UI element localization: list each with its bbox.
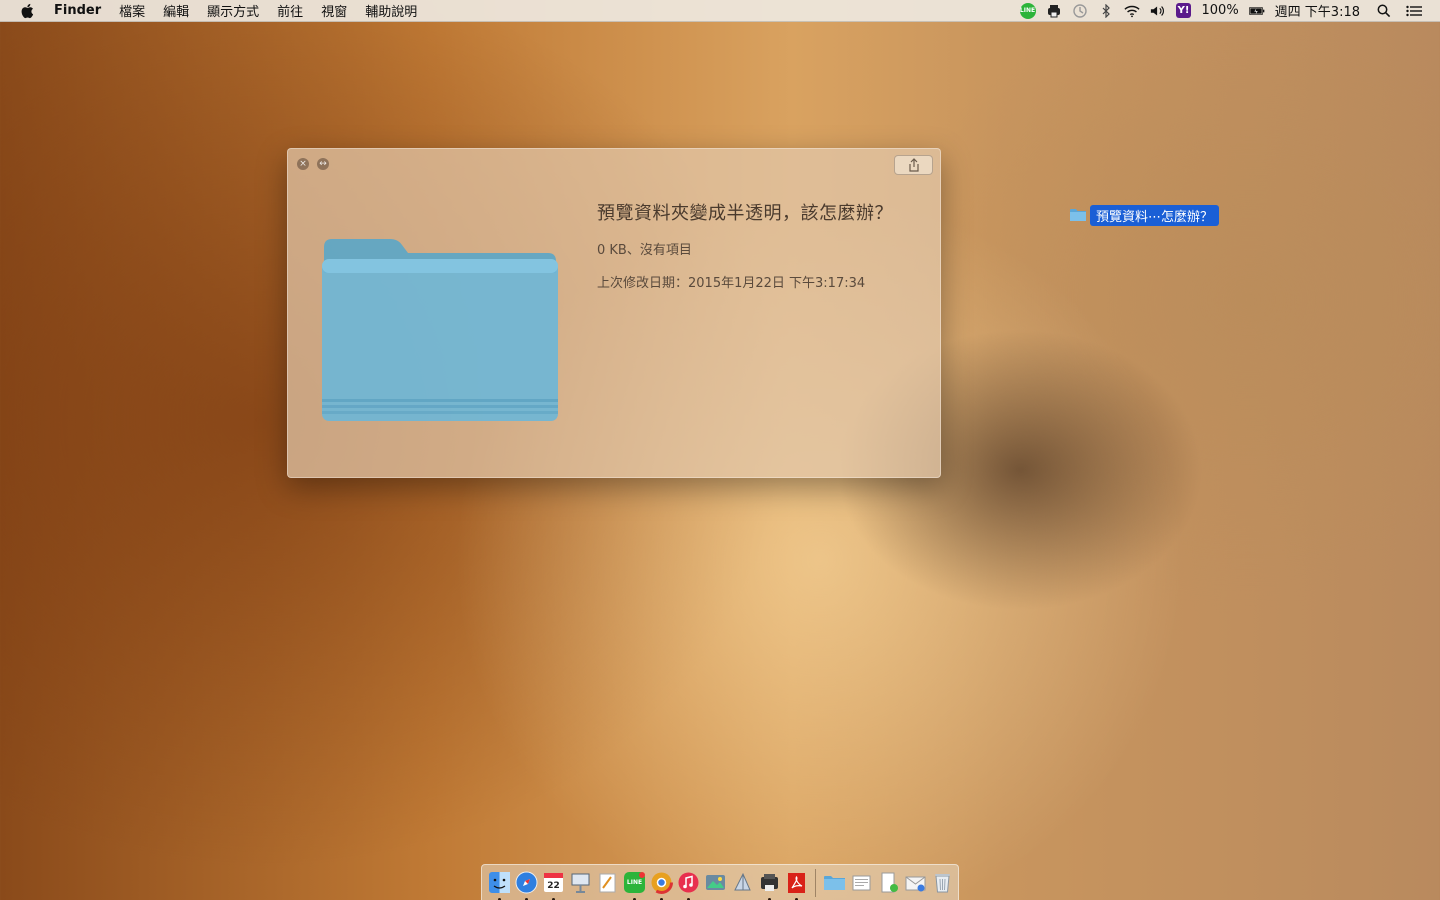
notification-center-icon[interactable] xyxy=(1406,3,1422,19)
dock-separator xyxy=(815,868,816,897)
battery-percent: 100% xyxy=(1201,3,1239,18)
preview-dock-icon[interactable] xyxy=(731,871,754,894)
trash-dock-icon[interactable] xyxy=(931,871,954,894)
keynote-dock-icon[interactable] xyxy=(569,871,592,894)
menu-edit[interactable]: 編輯 xyxy=(163,1,189,20)
menu-go[interactable]: 前往 xyxy=(277,1,303,20)
safari-dock-icon[interactable] xyxy=(515,871,538,900)
menu-bar-status-area: LINE Y! 100% 週四 下午3:18 xyxy=(1010,0,1440,22)
yahoo-status-icon-label: Y! xyxy=(1176,3,1191,18)
scanner-dock-icon[interactable] xyxy=(758,871,781,900)
menu-help[interactable]: 輔助說明 xyxy=(365,1,417,20)
quick-look-modified-date: 上次修改日期：2015年1月22日 下午3:17:34 xyxy=(597,276,866,291)
wifi-icon[interactable] xyxy=(1123,3,1140,19)
quick-look-window[interactable]: × ↔ 預覽資料夾變成半透明，該怎麼辦？ 0 KB、沒有項目 上次修改日期：20… xyxy=(287,148,941,478)
apple-menu-icon[interactable] xyxy=(20,3,34,19)
spotlight-search-icon[interactable] xyxy=(1376,3,1392,19)
adobe-acrobat-dock-icon[interactable] xyxy=(785,871,808,900)
quick-look-size-info: 0 KB、沒有項目 xyxy=(597,243,692,258)
quick-look-share-button[interactable] xyxy=(894,155,933,175)
line-status-icon[interactable]: LINE xyxy=(1019,2,1036,19)
menu-app-finder[interactable]: Finder xyxy=(54,3,101,18)
downloads-stack-dock-icon[interactable] xyxy=(877,871,900,894)
documents-stack-dock-icon[interactable] xyxy=(850,871,873,894)
mail-stack-dock-icon[interactable] xyxy=(904,871,927,894)
quick-look-title: 預覽資料夾變成半透明，該怎麼辦？ xyxy=(597,203,893,224)
share-icon xyxy=(908,158,919,172)
battery-icon[interactable] xyxy=(1248,3,1265,19)
dock: 22 LINE xyxy=(481,864,959,900)
itunes-dock-icon[interactable] xyxy=(677,871,700,900)
image-capture-dock-icon[interactable] xyxy=(704,871,727,894)
time-machine-icon[interactable] xyxy=(1072,3,1088,19)
folder-stack-dock-icon[interactable] xyxy=(823,871,846,894)
pages-dock-icon[interactable] xyxy=(596,871,619,894)
folder-preview-icon xyxy=(320,233,560,423)
folder-icon xyxy=(1070,209,1086,221)
yahoo-status-icon[interactable]: Y! xyxy=(1176,3,1192,19)
finder-dock-icon[interactable] xyxy=(488,871,511,900)
menu-file[interactable]: 檔案 xyxy=(119,1,145,20)
desktop-folder-item[interactable]: 預覽資料⋯怎麼辦？ xyxy=(1069,204,1220,226)
menu-bar-left: Finder 檔案 編輯 顯示方式 前往 視窗 輔助說明 xyxy=(0,0,435,22)
menu-view[interactable]: 顯示方式 xyxy=(207,1,259,20)
volume-icon[interactable] xyxy=(1150,3,1166,19)
calendar-dock-icon[interactable]: 22 xyxy=(542,871,565,900)
chrome-dock-icon[interactable] xyxy=(650,871,673,900)
clock[interactable]: 週四 下午3:18 xyxy=(1275,1,1360,20)
menu-bar: Finder 檔案 編輯 顯示方式 前往 視窗 輔助說明 LINE Y! 100… xyxy=(0,0,1440,22)
line-status-icon-label: LINE xyxy=(1019,2,1036,19)
desktop-folder-label[interactable]: 預覽資料⋯怎麼辦？ xyxy=(1090,204,1220,226)
printer-status-icon[interactable] xyxy=(1046,3,1062,19)
line-dock-icon[interactable]: LINE xyxy=(623,871,646,900)
calendar-day: 22 xyxy=(547,880,560,891)
quick-look-close-button[interactable]: × xyxy=(297,158,309,170)
quick-look-fullscreen-button[interactable]: ↔ xyxy=(317,158,329,170)
line-dock-icon-label: LINE xyxy=(626,879,643,886)
menu-window[interactable]: 視窗 xyxy=(321,1,347,20)
quick-look-info: 預覽資料夾變成半透明，該怎麼辦？ 0 KB、沒有項目 上次修改日期：2015年1… xyxy=(597,199,927,291)
bluetooth-icon[interactable] xyxy=(1098,3,1114,19)
